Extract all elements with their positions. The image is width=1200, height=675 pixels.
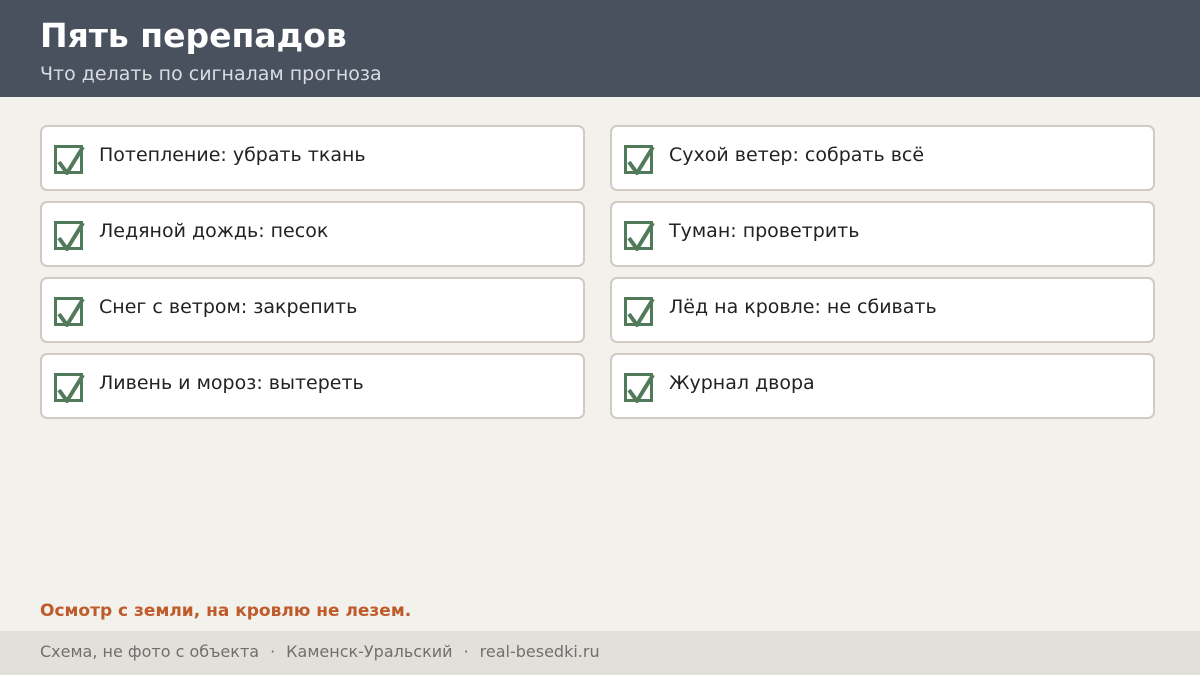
footer-city: Каменск-Уральский [286, 642, 453, 661]
checklist-item-label: Туман: проветрить [669, 220, 860, 242]
checkbox-checked-icon[interactable] [54, 221, 85, 251]
checklist-item-label: Лёд на кровле: не сбивать [669, 296, 937, 318]
checklist-item[interactable]: Ливень и мороз: вытереть [40, 353, 585, 419]
safety-note: Осмотр с земли, на кровлю не лезем. [40, 601, 412, 621]
checklist-item[interactable]: Туман: проветрить [610, 201, 1155, 267]
checklist-item-label: Снег с ветром: закрепить [99, 296, 358, 318]
checklist-item[interactable]: Журнал двора [610, 353, 1155, 419]
footer-caption: Схема, не фото с объекта [40, 642, 260, 661]
page-subtitle: Что делать по сигналам прогноза [40, 63, 382, 85]
checkbox-checked-icon[interactable] [624, 145, 655, 175]
checklist-item[interactable]: Лёд на кровле: не сбивать [610, 277, 1155, 343]
checklist-item-label: Журнал двора [669, 372, 815, 394]
checkbox-checked-icon[interactable] [624, 373, 655, 403]
checkbox-checked-icon[interactable] [54, 297, 85, 327]
checklist-item-label: Ливень и мороз: вытереть [99, 372, 364, 394]
page-title: Пять перепадов [40, 16, 347, 55]
checklist-item-label: Потепление: убрать ткань [99, 144, 366, 166]
header: Пять перепадов Что делать по сигналам пр… [0, 0, 1200, 97]
footer-separator: · [270, 642, 276, 661]
footer-separator: · [463, 642, 469, 661]
footer-site-link[interactable]: real-besedki.ru [480, 642, 600, 661]
checklist-item[interactable]: Ледяной дождь: песок [40, 201, 585, 267]
checklist-item[interactable]: Сухой ветер: собрать всё [610, 125, 1155, 191]
checkbox-checked-icon[interactable] [624, 297, 655, 327]
checklist-item-label: Сухой ветер: собрать всё [669, 144, 925, 166]
checklist-item[interactable]: Снег с ветром: закрепить [40, 277, 585, 343]
checkbox-checked-icon[interactable] [54, 373, 85, 403]
checkbox-checked-icon[interactable] [54, 145, 85, 175]
checkbox-checked-icon[interactable] [624, 221, 655, 251]
footer-text: Схема, не фото с объекта · Каменск-Уральск… [40, 641, 600, 663]
checklist-item[interactable]: Потепление: убрать ткань [40, 125, 585, 191]
footer: Схема, не фото с объекта · Каменск-Уральск… [0, 631, 1200, 675]
checklist-item-label: Ледяной дождь: песок [99, 220, 329, 242]
